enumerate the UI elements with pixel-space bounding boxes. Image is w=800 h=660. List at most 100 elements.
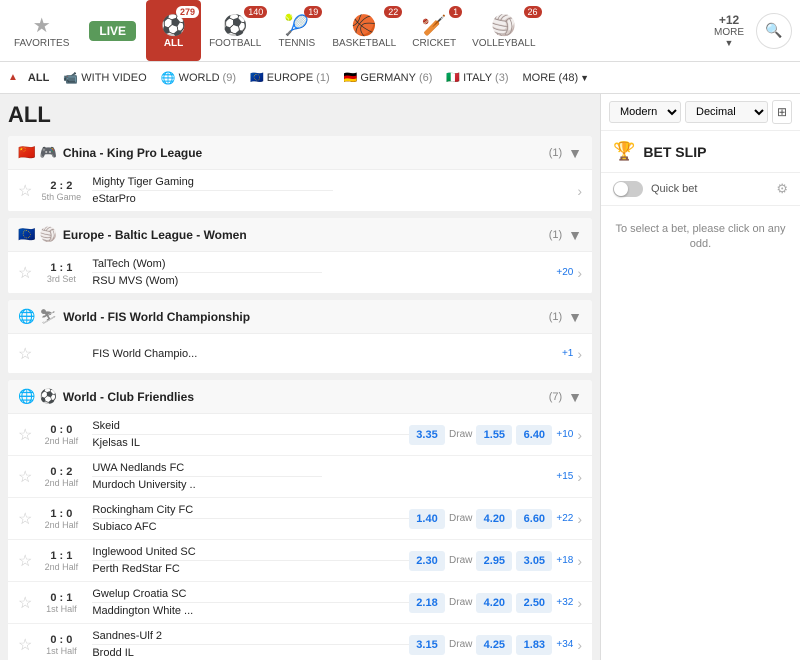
match-chevron-right: › [577, 346, 582, 362]
sub-nav-world[interactable]: 🌐 WORLD (9) [155, 67, 242, 89]
away-odd-btn[interactable]: 3.05 [516, 551, 552, 571]
nav-live[interactable]: LIVE [79, 15, 146, 47]
nav-tennis[interactable]: 19 🎾 TENNIS [269, 0, 324, 61]
league-name: China - King Pro League [63, 146, 549, 160]
nav-volleyball[interactable]: 26 🏐 VOLLEYBALL [464, 0, 543, 61]
draw-odd-btn[interactable]: 1.55 [476, 425, 512, 445]
basketball-icon: 🏀 [352, 13, 377, 38]
layout-icon-btn[interactable]: ⊞ [772, 100, 792, 124]
more-odds[interactable]: +22 [556, 513, 573, 524]
home-odd-btn[interactable]: 1.40 [409, 509, 445, 529]
away-odd-btn[interactable]: 1.83 [516, 635, 552, 655]
quick-bet-toggle[interactable] [613, 181, 643, 197]
sub-nav-italy[interactable]: 🇮🇹 ITALY (3) [440, 67, 514, 88]
draw-odd-btn[interactable]: 4.20 [476, 593, 512, 613]
match-chevron-right: › [577, 265, 582, 281]
nav-all[interactable]: 279 ⚽ ALL [146, 0, 201, 61]
expand-icon: ▼ [568, 309, 582, 325]
more-odds[interactable]: +15 [556, 471, 573, 482]
away-odd-btn[interactable]: 6.60 [516, 509, 552, 529]
world-icon: 🌐 [161, 71, 176, 85]
match-teams: Mighty Tiger Gaming eStarPro [92, 176, 333, 205]
match-score: 0 : 2 [50, 466, 72, 478]
match-chevron-right: › [577, 427, 582, 443]
volleyball-label: VOLLEYBALL [472, 38, 535, 49]
match-label: 5th Game [42, 192, 82, 202]
sub-italy-label: ITALY [463, 72, 492, 84]
nav-more[interactable]: +12 MORE ▼ [702, 13, 756, 48]
home-odd-btn[interactable]: 2.30 [409, 551, 445, 571]
star-icon: ★ [33, 13, 51, 38]
more-odds[interactable]: +34 [556, 639, 573, 650]
search-button[interactable]: 🔍 [756, 13, 792, 49]
away-odd-btn[interactable]: 2.50 [516, 593, 552, 613]
league-count: (1) [549, 147, 562, 159]
league-name: Europe - Baltic League - Women [63, 228, 549, 242]
favorite-star[interactable]: ☆ [18, 344, 32, 364]
settings-icon[interactable]: ⚙ [776, 181, 788, 197]
sub-nav-europe[interactable]: 🇪🇺 EUROPE (1) [244, 67, 336, 88]
sub-germany-count: (6) [419, 72, 432, 84]
sub-europe-count: (1) [316, 72, 329, 84]
more-odds[interactable]: +18 [556, 555, 573, 566]
favorite-star[interactable]: ☆ [18, 467, 32, 487]
sub-nav-all[interactable]: ALL [22, 68, 55, 88]
more-odds[interactable]: +32 [556, 597, 573, 608]
sub-nav-more[interactable]: MORE (48) ▼ [517, 68, 596, 88]
nav-football[interactable]: 140 ⚽ FOOTBALL [201, 0, 269, 61]
football-label: FOOTBALL [209, 38, 261, 49]
home-team: Gwelup Croatia SC [92, 588, 409, 600]
away-odd-btn[interactable]: 6.40 [516, 425, 552, 445]
more-odds[interactable]: +10 [556, 429, 573, 440]
expand-icon: ▼ [568, 145, 582, 161]
odds-section: 1.40 Draw 4.20 6.60 [409, 509, 552, 529]
favorite-star[interactable]: ☆ [18, 551, 32, 571]
home-odd-btn[interactable]: 3.35 [409, 425, 445, 445]
trophy-icon: 🏆 [613, 141, 635, 162]
volleyball-count-badge: 26 [524, 6, 542, 18]
sub-video-label: WITH VIDEO [81, 72, 146, 84]
match-teams: Inglewood United SC Perth RedStar FC [92, 546, 409, 575]
draw-odd-btn[interactable]: 4.20 [476, 509, 512, 529]
league-name: World - FIS World Championship [63, 310, 548, 324]
italy-flag-icon: 🇮🇹 [446, 71, 460, 84]
draw-odd-btn[interactable]: 4.25 [476, 635, 512, 655]
odds-format-select[interactable]: Decimal Fractional [685, 101, 768, 123]
draw-odd-btn[interactable]: 2.95 [476, 551, 512, 571]
favorite-star[interactable]: ☆ [18, 593, 32, 613]
nav-basketball[interactable]: 22 🏀 BASKETBALL [324, 0, 404, 61]
match-row: ☆ 0 : 0 2nd Half Skeid Kjelsas IL 3.35 D… [8, 414, 592, 456]
sub-nav-with-video[interactable]: 📹 WITH VIDEO [57, 67, 152, 89]
league-header-world-fis[interactable]: 🌐 ⛷ World - FIS World Championship (1) ▼ [8, 300, 592, 334]
sub-germany-label: GERMANY [360, 72, 416, 84]
match-score-info: 1 : 1 2nd Half [40, 550, 82, 572]
match-score-info: 0 : 1 1st Half [40, 592, 82, 614]
odds-section: 3.15 Draw 4.25 1.83 [409, 635, 552, 655]
odds-section: 3.35 Draw 1.55 6.40 [409, 425, 552, 445]
match-teams: Skeid Kjelsas IL [92, 420, 409, 449]
sub-nav-germany[interactable]: 🇩🇪 GERMANY (6) [338, 67, 439, 88]
match-score-info: 1 : 1 3rd Set [40, 262, 82, 284]
favorite-star[interactable]: ☆ [18, 263, 32, 283]
favorite-star[interactable]: ☆ [18, 425, 32, 445]
home-odd-btn[interactable]: 3.15 [409, 635, 445, 655]
match-score: 0 : 0 [50, 634, 72, 646]
league-section-europe: 🇪🇺 🏐 Europe - Baltic League - Women (1) … [8, 218, 592, 294]
away-team: eStarPro [92, 193, 333, 205]
view-mode-select[interactable]: Modern Classic [609, 101, 681, 123]
nav-cricket[interactable]: 1 🏏 CRICKET [404, 0, 464, 61]
more-odds[interactable]: +20 [556, 267, 573, 278]
draw-label: Draw [449, 597, 472, 608]
league-header-europe[interactable]: 🇪🇺 🏐 Europe - Baltic League - Women (1) … [8, 218, 592, 252]
league-header-world-club[interactable]: 🌐 ⚽ World - Club Friendlies (7) ▼ [8, 380, 592, 414]
favorite-star[interactable]: ☆ [18, 635, 32, 655]
match-score-info: 0 : 2 2nd Half [40, 466, 82, 488]
home-team: Inglewood United SC [92, 546, 409, 558]
nav-favorites[interactable]: ★ FAVORITES [4, 0, 79, 61]
home-odd-btn[interactable]: 2.18 [409, 593, 445, 613]
favorite-star[interactable]: ☆ [18, 509, 32, 529]
favorite-star[interactable]: ☆ [18, 181, 32, 201]
more-odds[interactable]: +1 [562, 348, 573, 359]
league-header-china[interactable]: 🇨🇳 🎮 China - King Pro League (1) ▼ [8, 136, 592, 170]
match-row: ☆ 2 : 2 5th Game Mighty Tiger Gaming eSt… [8, 170, 592, 212]
